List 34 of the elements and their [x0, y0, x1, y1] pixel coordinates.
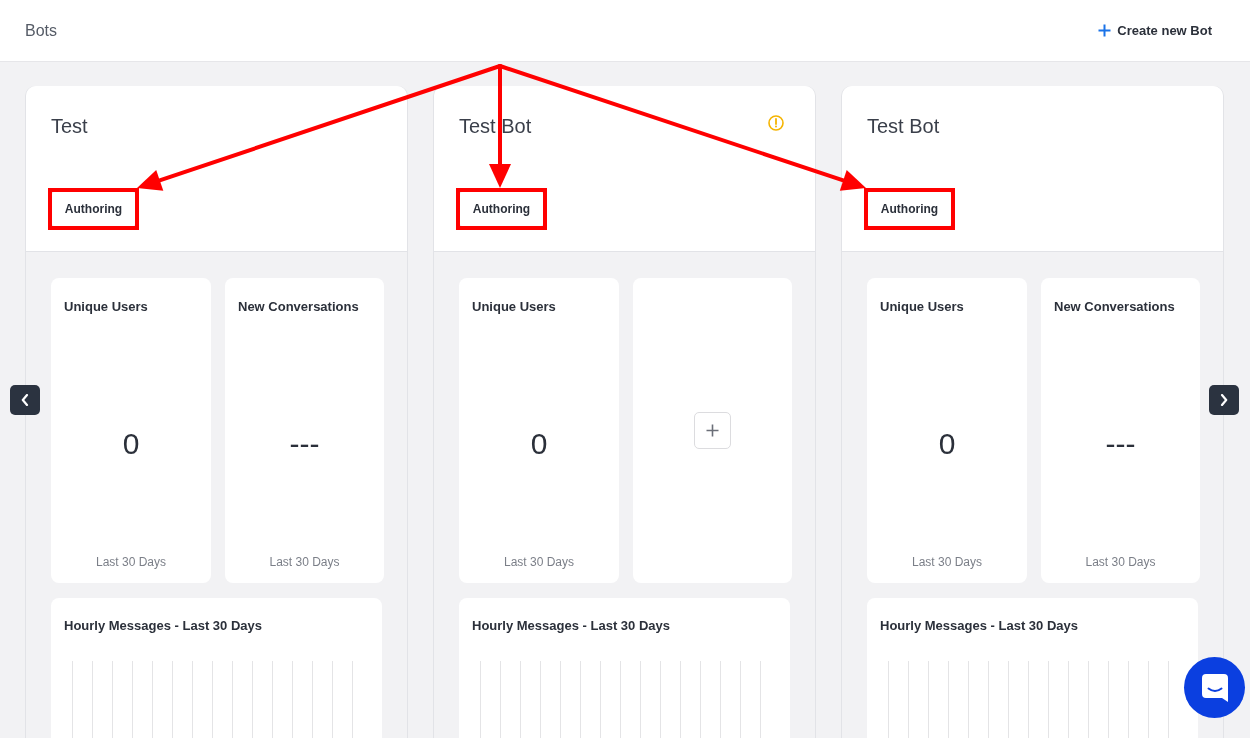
chevron-left-icon: [21, 394, 29, 406]
bot-name: Test: [51, 114, 88, 139]
create-bot-button[interactable]: Create new Bot: [1098, 20, 1212, 41]
metric-value: 0: [530, 426, 548, 462]
previous-button[interactable]: [10, 385, 40, 415]
metric-period: Last 30 Days: [503, 554, 574, 570]
chart-title: Hourly Messages - Last 30 Days: [471, 617, 670, 633]
chart-title: Hourly Messages - Last 30 Days: [63, 617, 262, 633]
metric-title: Unique Users: [880, 299, 964, 315]
chat-icon: [1200, 672, 1229, 703]
chevron-right-icon: [1220, 394, 1228, 406]
status-badge: Authoring: [867, 191, 952, 227]
metric-value: ---: [289, 426, 320, 462]
bot-name: Test Bot: [459, 114, 532, 139]
metric-title: Unique Users: [64, 299, 148, 315]
metric-title: New Conversations: [238, 299, 359, 315]
metric-title: Unique Users: [472, 299, 556, 315]
plus-icon: [706, 424, 719, 437]
metric-period: Last 30 Days: [1085, 554, 1156, 570]
metric-title: New Conversations: [1054, 299, 1175, 315]
next-button[interactable]: [1209, 385, 1239, 415]
metric-value: 0: [122, 426, 140, 462]
status-badge: Authoring: [51, 191, 136, 227]
chart-title: Hourly Messages - Last 30 Days: [879, 617, 1078, 633]
metric-period: Last 30 Days: [911, 554, 982, 570]
metric-period: Last 30 Days: [269, 554, 340, 570]
status-badge: Authoring: [459, 191, 544, 227]
chat-launcher-button[interactable]: [1184, 657, 1245, 718]
plus-icon: [1098, 24, 1112, 37]
metric-value: 0: [938, 426, 956, 462]
bot-name: Test Bot: [867, 114, 940, 139]
metric-period: Last 30 Days: [95, 554, 166, 570]
metric-value: ---: [1105, 426, 1136, 462]
page-title: Bots: [25, 20, 57, 41]
